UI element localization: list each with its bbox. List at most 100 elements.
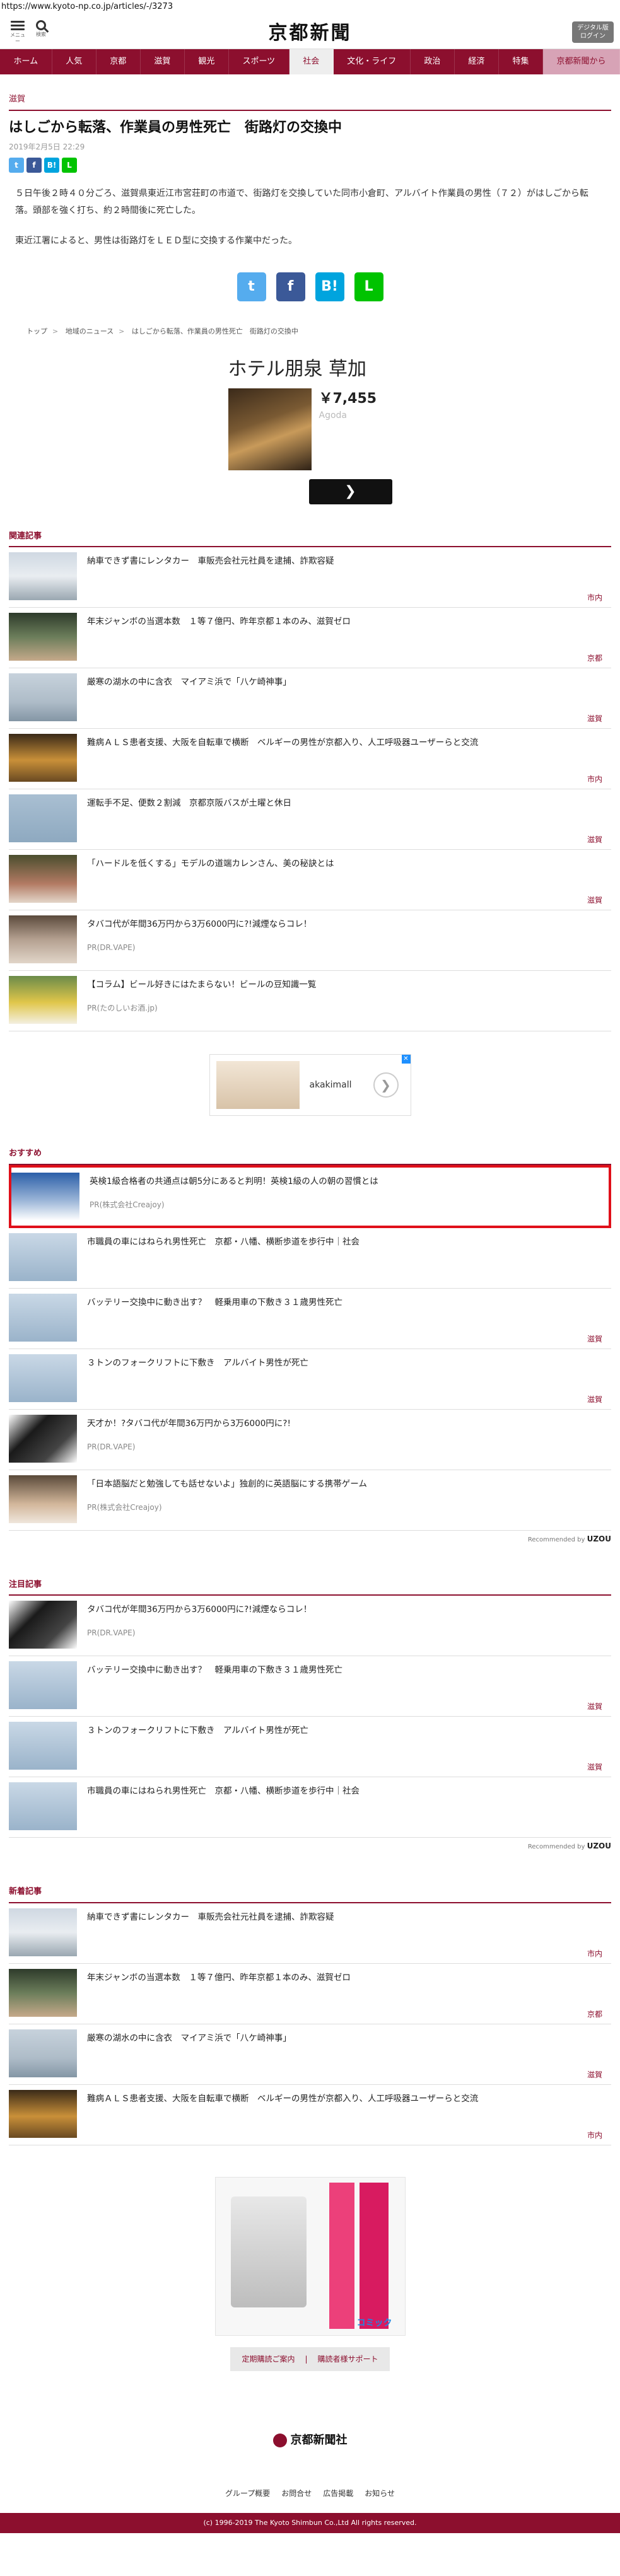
- hatena-share-icon[interactable]: B!: [315, 272, 344, 302]
- nav-popular[interactable]: 人気: [52, 49, 97, 74]
- list-item[interactable]: 厳寒の湖水の中に含衣 マイアミ浜で「八ケ崎神事」 滋賀: [9, 2024, 611, 2085]
- nav-from-kyoto[interactable]: 京都新聞から: [543, 49, 620, 74]
- manga-ad[interactable]: コミック: [214, 2176, 406, 2336]
- list-item[interactable]: 難病ＡＬＳ患者支援、大阪を自転車で横断 ベルギーの男性が京都入り、人工呼吸器ユー…: [9, 2085, 611, 2145]
- list-item[interactable]: 【コラム】ビール好きにはたまらない！ビールの豆知識一覧 PR(たのしいお酒.jp…: [9, 971, 611, 1032]
- footer-logo[interactable]: 京都新聞社: [0, 2432, 620, 2449]
- search-button[interactable]: 検索: [33, 19, 49, 38]
- article-thumbnail: [9, 673, 77, 722]
- attention-list: タバコ代が年間36万円から3万6000円に?!減煙ならコレ！ PR(DR.VAP…: [9, 1596, 611, 1854]
- subscription-info-link[interactable]: 定期購読ご案内: [242, 2353, 295, 2365]
- site-logo: 京都新聞: [268, 22, 352, 44]
- list-item-tag: 滋賀: [587, 1395, 602, 1404]
- manga-ad-label: コミック: [356, 2318, 392, 2328]
- footer-subscription-links: 定期購読ご案内 | 購読者様サポート: [9, 2347, 611, 2371]
- breadcrumb-top[interactable]: トップ: [26, 327, 47, 335]
- shoe-ad-image: [216, 1061, 300, 1110]
- nav-sports[interactable]: スポーツ: [229, 49, 290, 74]
- article-thumbnail: [9, 976, 77, 1024]
- footer-nav-notices[interactable]: お知らせ: [365, 2488, 395, 2499]
- article-thumbnail: [9, 1475, 77, 1523]
- footer-nav-group[interactable]: グループ概要: [225, 2488, 270, 2499]
- breadcrumb-current: はしごから転落、作業員の男性死亡 街路灯の交換中: [131, 327, 298, 336]
- subscriber-support-link[interactable]: 購読者様サポート: [318, 2353, 378, 2365]
- nav-culture[interactable]: 文化・ライフ: [334, 49, 411, 74]
- article-thumbnail: [9, 855, 77, 903]
- list-item[interactable]: 納車できず書にレンタカー 車販売会社元社員を逮捕、詐欺容疑 市内: [9, 547, 611, 608]
- hotel-ad-provider: Agoda: [319, 410, 348, 421]
- list-item[interactable]: 年末ジャンボの当選本数 １等７億円、昨年京都１本のみ、滋賀ゼロ 京都: [9, 608, 611, 669]
- menu-button[interactable]: メニュー: [9, 19, 26, 45]
- article-thumbnail: [9, 1293, 77, 1342]
- nav-features[interactable]: 特集: [499, 49, 544, 74]
- list-item[interactable]: 「日本語脳だと勉強しても話せないよ」独創的に英語脳にする携帯ゲーム PR(株式会…: [9, 1470, 611, 1531]
- list-item-title: 納車できず書にレンタカー 車販売会社元社員を逮捕、詐欺容疑: [87, 556, 334, 567]
- digital-login-line2: ログイン: [580, 33, 605, 40]
- list-item-source: PR(株式会社Creajoy): [87, 1502, 162, 1512]
- hotel-ad-arrow-button[interactable]: ❯: [308, 479, 392, 504]
- facebook-share-icon[interactable]: f: [26, 158, 42, 173]
- list-item-tag: 市内: [587, 775, 602, 784]
- share-bar-top: t f B! L: [9, 158, 611, 173]
- line-share-icon[interactable]: L: [62, 158, 77, 173]
- line-share-icon[interactable]: L: [354, 272, 383, 302]
- article-container: 滋賀 はしごから転落、作業員の男性死亡 街路灯の交換中 2019年2月5日 22…: [0, 93, 620, 2371]
- nav-home[interactable]: ホーム: [0, 49, 52, 74]
- list-item[interactable]: 市職員の車にはねられ男性死亡 京都・八幡、横断歩道を歩行中｜社会: [9, 1777, 611, 1838]
- list-item-text: 「日本語脳だと勉強しても話せないよ」独創的に英語脳にする携帯ゲーム: [87, 1478, 367, 1489]
- hotel-ad-price: ￥7,455: [319, 390, 377, 407]
- article-thumbnail: [9, 2089, 77, 2138]
- footer-nav-contact[interactable]: お問合せ: [281, 2488, 312, 2499]
- list-item[interactable]: 「ハードルを低くする」モデルの道端カレンさん、美の秘訣とは 滋賀: [9, 850, 611, 911]
- list-item-text: 天才か！?タバコ代が年間36万円から3万6000円に?!: [87, 1418, 291, 1429]
- list-item[interactable]: タバコ代が年間36万円から3万6000円に?!減煙ならコレ！ PR(DR.VAP…: [9, 1596, 611, 1657]
- list-item[interactable]: ３トンのフォークリフトに下敷き アルバイト男性が死亡 滋賀: [9, 1717, 611, 1778]
- list-item[interactable]: バッテリー交換中に動き出す？ 軽乗用車の下敷き３１歳男性死亡 滋賀: [9, 1289, 611, 1349]
- breadcrumb-separator: >: [52, 327, 59, 336]
- url-bar[interactable]: https://www.kyoto-np.co.jp/articles/-/32…: [0, 0, 620, 14]
- list-item[interactable]: タバコ代が年間36万円から3万6000円に?!減煙ならコレ！ PR(DR.VAP…: [9, 910, 611, 972]
- nav-shiga[interactable]: 滋賀: [141, 49, 185, 74]
- share-bar-bottom: t f B! L: [9, 272, 611, 302]
- list-item[interactable]: バッテリー交換中に動き出す？ 軽乗用車の下敷き３１歳男性死亡 滋賀: [9, 1656, 611, 1717]
- breadcrumb-separator: >: [119, 327, 125, 336]
- uzou-logo[interactable]: UZOU: [587, 1535, 611, 1543]
- footer-nav-advertising[interactable]: 広告掲載: [323, 2488, 353, 2499]
- hotel-ad[interactable]: ホテル朋泉 草加 ￥7,455 Agoda ❯: [228, 355, 392, 519]
- shoe-ad[interactable]: akakimall ❯ ✕: [209, 1054, 411, 1117]
- list-item-tag: 滋賀: [587, 1763, 602, 1772]
- list-item-title: バッテリー交換中に動き出す？ 軽乗用車の下敷き３１歳男性死亡: [87, 1665, 342, 1676]
- close-icon[interactable]: ✕: [401, 1055, 411, 1064]
- list-item[interactable]: 市職員の車にはねられ男性死亡 京都・八幡、横断歩道を歩行中｜社会: [9, 1228, 611, 1289]
- related-list: 納車できず書にレンタカー 車販売会社元社員を逮捕、詐欺容疑 市内 年末ジャンボの…: [9, 547, 611, 1032]
- list-item[interactable]: ３トンのフォークリフトに下敷き アルバイト男性が死亡 滋賀: [9, 1349, 611, 1410]
- list-item[interactable]: 難病ＡＬＳ患者支援、大阪を自転車で横断 ベルギーの男性が京都入り、人工呼吸器ユー…: [9, 729, 611, 790]
- facebook-share-icon[interactable]: f: [276, 272, 305, 302]
- recommend-list: 英検1級合格者の共通点は朝5分にあると判明！英検1級の人の朝の習慣とは PR(株…: [9, 1164, 611, 1547]
- hatena-share-icon[interactable]: B!: [44, 158, 59, 173]
- main-nav: ホーム 人気 京都 滋賀 観光 スポーツ 社会 文化・ライフ 政治 経済 特集 …: [0, 49, 620, 74]
- list-item[interactable]: 納車できず書にレンタカー 車販売会社元社員を逮捕、詐欺容疑 市内: [9, 1903, 611, 1964]
- nav-kyoto[interactable]: 京都: [97, 49, 141, 74]
- nav-society[interactable]: 社会: [289, 49, 334, 74]
- digital-login-button[interactable]: デジタル版 ログイン: [572, 21, 614, 43]
- nav-economy[interactable]: 経済: [455, 49, 499, 74]
- list-item[interactable]: 年末ジャンボの当選本数 １等７億円、昨年京都１本のみ、滋賀ゼロ 京都: [9, 1964, 611, 2024]
- recommended-by-prefix: Recommended by: [527, 1536, 585, 1543]
- nav-tourism[interactable]: 観光: [185, 49, 229, 74]
- chevron-right-icon[interactable]: ❯: [373, 1072, 399, 1098]
- recommended-by-prefix: Recommended by: [527, 1843, 585, 1851]
- article-body: ５日午後２時４０分ごろ、滋賀県東近江市宮荘町の市道で、街路灯を交換していた同市小…: [9, 185, 611, 250]
- twitter-share-icon[interactable]: t: [9, 158, 24, 173]
- list-item[interactable]: 天才か！?タバコ代が年間36万円から3万6000円に?! PR(DR.VAPE): [9, 1410, 611, 1470]
- list-item[interactable]: 運転手不足、便数２割減 京都京阪バスが土曜と休日 滋賀: [9, 789, 611, 850]
- highlighted-list-item[interactable]: 英検1級合格者の共通点は朝5分にあると判明！英検1級の人の朝の習慣とは PR(株…: [9, 1164, 611, 1228]
- twitter-share-icon[interactable]: t: [237, 272, 266, 302]
- breadcrumb-local-news[interactable]: 地域のニュース: [66, 327, 114, 335]
- article-category[interactable]: 滋賀: [9, 93, 611, 111]
- nav-politics[interactable]: 政治: [411, 49, 455, 74]
- list-item[interactable]: 厳寒の湖水の中に含衣 マイアミ浜で「八ケ崎神事」 滋賀: [9, 668, 611, 729]
- uzou-logo[interactable]: UZOU: [587, 1842, 611, 1850]
- article-title: はしごから転落、作業員の男性死亡 街路灯の交換中: [9, 119, 342, 136]
- list-item-title: 運転手不足、便数２割減 京都京阪バスが土曜と休日: [87, 798, 291, 809]
